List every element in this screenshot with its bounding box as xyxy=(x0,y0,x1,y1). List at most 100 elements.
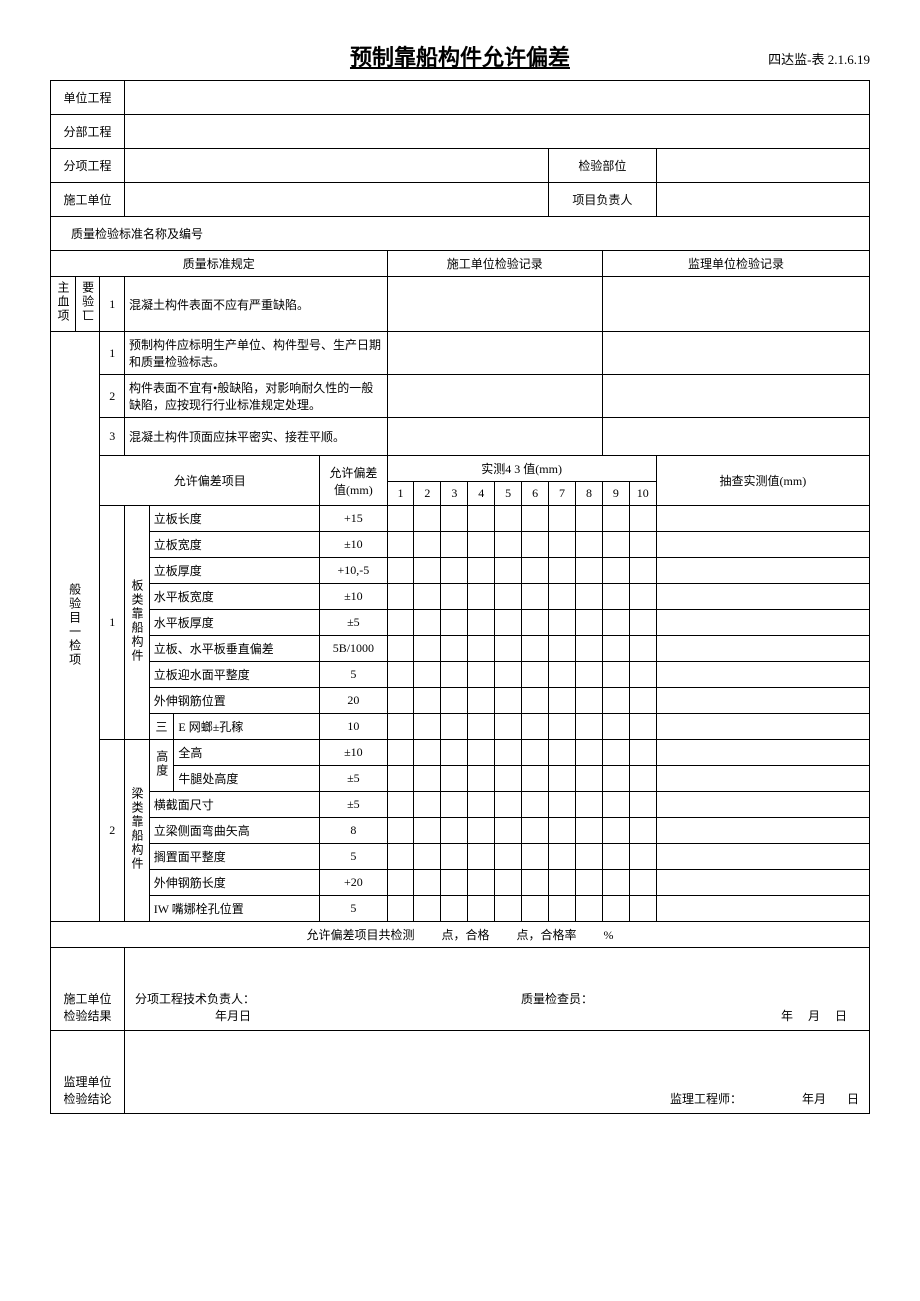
cell[interactable] xyxy=(575,558,602,584)
cell[interactable] xyxy=(495,818,522,844)
cell[interactable] xyxy=(468,532,495,558)
cell[interactable] xyxy=(549,844,576,870)
cell[interactable] xyxy=(387,688,414,714)
cell[interactable] xyxy=(656,584,869,610)
cell[interactable] xyxy=(602,766,629,792)
cell[interactable] xyxy=(468,662,495,688)
cell[interactable] xyxy=(387,844,414,870)
cell[interactable] xyxy=(629,636,656,662)
gen-2-sup[interactable] xyxy=(602,375,869,418)
cell[interactable] xyxy=(387,740,414,766)
cell[interactable] xyxy=(656,558,869,584)
cell[interactable] xyxy=(468,896,495,922)
cell[interactable] xyxy=(656,870,869,896)
cell[interactable] xyxy=(468,818,495,844)
cell[interactable] xyxy=(656,636,869,662)
cell[interactable] xyxy=(602,558,629,584)
cell[interactable] xyxy=(522,584,549,610)
cell[interactable] xyxy=(656,740,869,766)
cell[interactable] xyxy=(602,740,629,766)
cell[interactable] xyxy=(629,818,656,844)
cell[interactable] xyxy=(495,688,522,714)
cell[interactable] xyxy=(468,844,495,870)
input-project-leader[interactable] xyxy=(656,183,869,217)
cell[interactable] xyxy=(387,714,414,740)
cell[interactable] xyxy=(656,844,869,870)
cell[interactable] xyxy=(575,818,602,844)
input-construction-unit[interactable] xyxy=(125,183,549,217)
cell[interactable] xyxy=(629,558,656,584)
cell[interactable] xyxy=(468,558,495,584)
cell[interactable] xyxy=(414,584,441,610)
main-item-supervision[interactable] xyxy=(602,277,869,332)
cell[interactable] xyxy=(441,818,468,844)
cell[interactable] xyxy=(522,870,549,896)
cell[interactable] xyxy=(387,636,414,662)
cell[interactable] xyxy=(495,532,522,558)
cell[interactable] xyxy=(549,792,576,818)
cell[interactable] xyxy=(549,558,576,584)
cell[interactable] xyxy=(602,870,629,896)
cell[interactable] xyxy=(522,532,549,558)
cell[interactable] xyxy=(414,818,441,844)
cell[interactable] xyxy=(495,714,522,740)
cell[interactable] xyxy=(629,844,656,870)
cell[interactable] xyxy=(522,688,549,714)
cell[interactable] xyxy=(495,662,522,688)
cell[interactable] xyxy=(602,610,629,636)
cell[interactable] xyxy=(387,532,414,558)
cell[interactable] xyxy=(629,870,656,896)
cell[interactable] xyxy=(629,792,656,818)
cell[interactable] xyxy=(414,766,441,792)
cell[interactable] xyxy=(602,714,629,740)
cell[interactable] xyxy=(441,532,468,558)
cell[interactable] xyxy=(575,610,602,636)
cell[interactable] xyxy=(549,636,576,662)
cell[interactable] xyxy=(629,740,656,766)
cell[interactable] xyxy=(575,766,602,792)
cell[interactable] xyxy=(414,662,441,688)
cell[interactable] xyxy=(656,688,869,714)
cell[interactable] xyxy=(414,532,441,558)
cell[interactable] xyxy=(495,792,522,818)
cell[interactable] xyxy=(629,610,656,636)
cell[interactable] xyxy=(414,714,441,740)
cell[interactable] xyxy=(441,636,468,662)
cell[interactable] xyxy=(575,870,602,896)
cell[interactable] xyxy=(468,714,495,740)
input-sub-project[interactable] xyxy=(125,115,870,149)
cell[interactable] xyxy=(549,662,576,688)
cell[interactable] xyxy=(656,610,869,636)
cell[interactable] xyxy=(522,558,549,584)
gen-3-rec[interactable] xyxy=(387,418,602,456)
cell[interactable] xyxy=(495,558,522,584)
cell[interactable] xyxy=(468,610,495,636)
cell[interactable] xyxy=(387,818,414,844)
cell[interactable] xyxy=(441,610,468,636)
cell[interactable] xyxy=(522,818,549,844)
cell[interactable] xyxy=(495,506,522,532)
cell[interactable] xyxy=(575,636,602,662)
cell[interactable] xyxy=(575,714,602,740)
cell[interactable] xyxy=(495,740,522,766)
cell[interactable] xyxy=(575,896,602,922)
supervision-conclusion-box[interactable]: 监理工程师： 年月 日 xyxy=(125,1031,870,1114)
cell[interactable] xyxy=(575,792,602,818)
cell[interactable] xyxy=(468,870,495,896)
cell[interactable] xyxy=(575,506,602,532)
cell[interactable] xyxy=(414,558,441,584)
cell[interactable] xyxy=(441,558,468,584)
cell[interactable] xyxy=(495,844,522,870)
cell[interactable] xyxy=(575,688,602,714)
cell[interactable] xyxy=(387,896,414,922)
cell[interactable] xyxy=(629,896,656,922)
cell[interactable] xyxy=(656,714,869,740)
cell[interactable] xyxy=(441,688,468,714)
cell[interactable] xyxy=(656,662,869,688)
cell[interactable] xyxy=(414,688,441,714)
cell[interactable] xyxy=(602,792,629,818)
cell[interactable] xyxy=(414,636,441,662)
cell[interactable] xyxy=(441,506,468,532)
cell[interactable] xyxy=(549,714,576,740)
cell[interactable] xyxy=(629,506,656,532)
